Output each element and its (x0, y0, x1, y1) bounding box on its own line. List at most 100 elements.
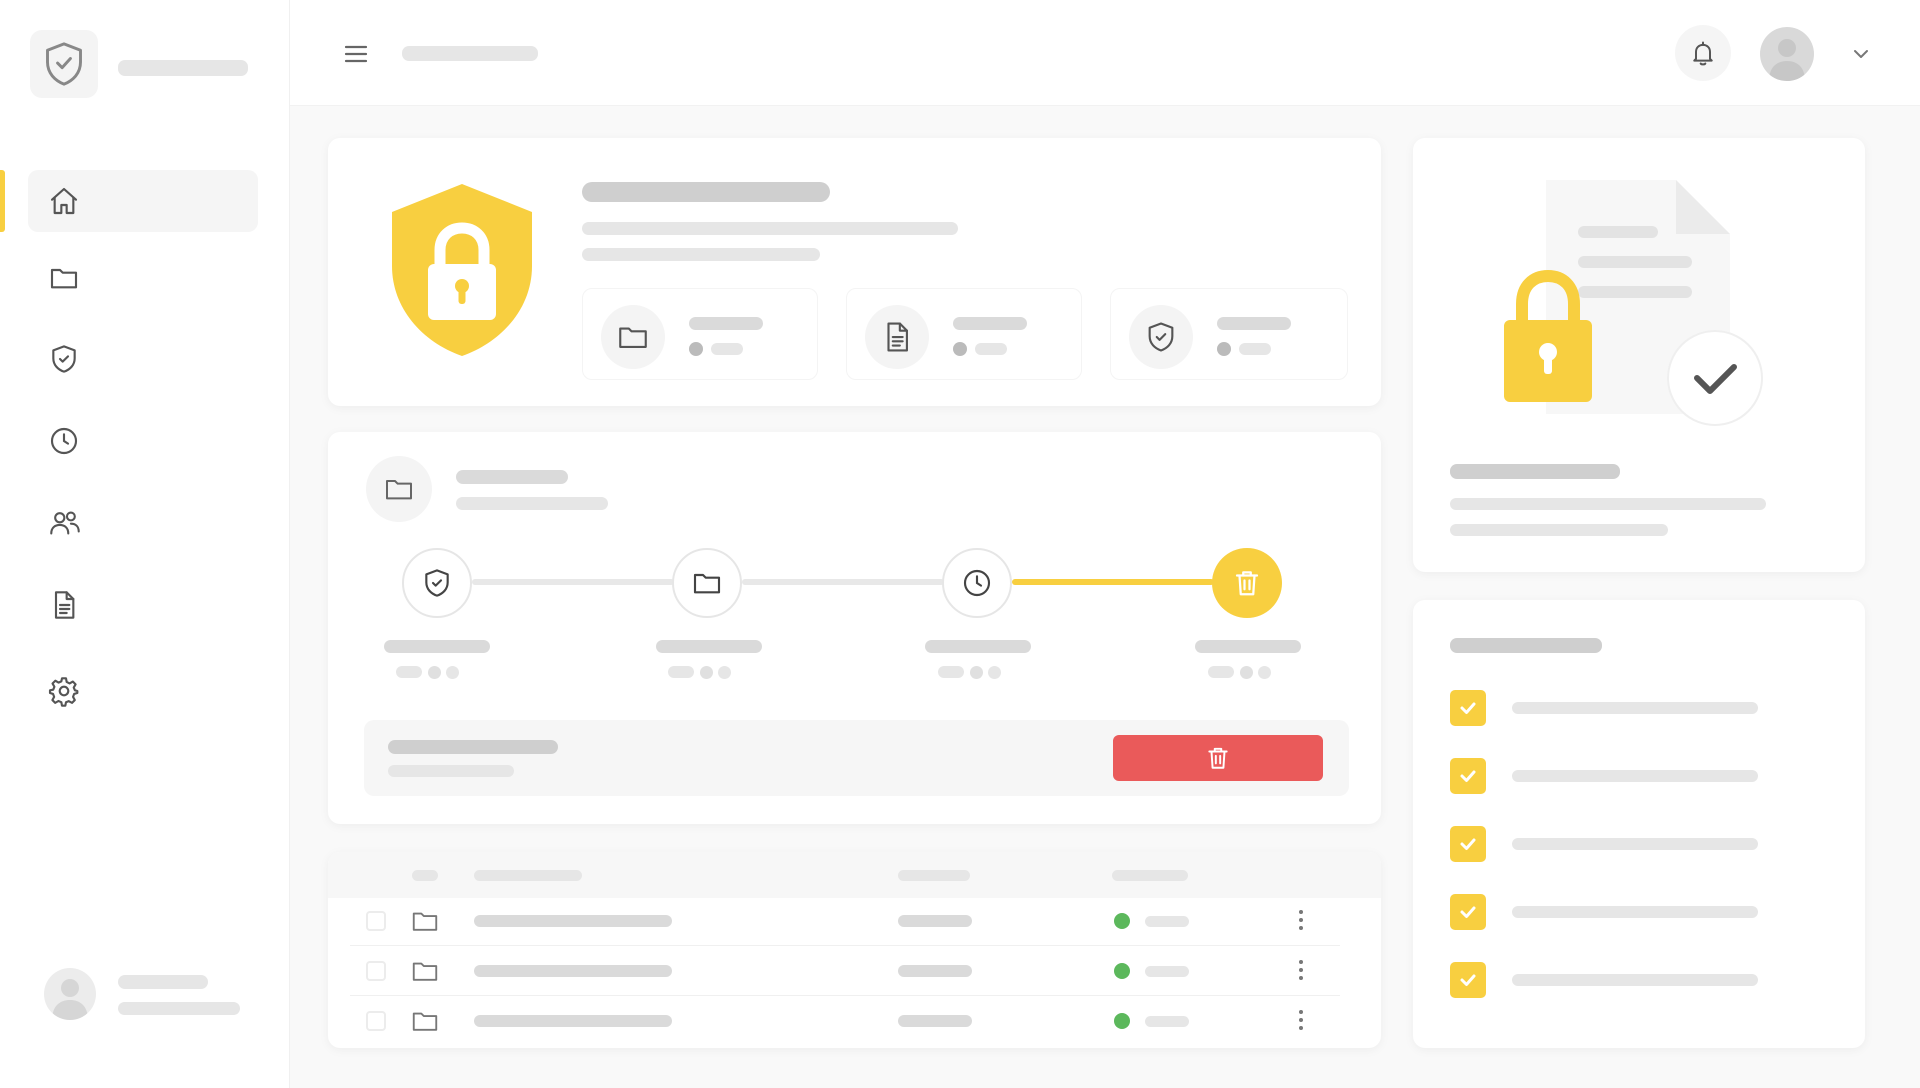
step-meta-placeholder (938, 666, 964, 678)
bell-icon (1693, 41, 1713, 66)
header-col-placeholder (474, 870, 582, 881)
header-col-placeholder (898, 870, 970, 881)
workflow-step-scan[interactable] (402, 548, 472, 618)
workflow-step-folder[interactable] (672, 548, 742, 618)
shield-check-icon (46, 42, 82, 86)
notifications-button[interactable] (1675, 25, 1731, 81)
app-logo[interactable] (30, 30, 98, 98)
step-meta-placeholder (668, 666, 694, 678)
users-icon (50, 511, 80, 535)
workflow-step-schedule[interactable] (942, 548, 1012, 618)
profile-dropdown-button[interactable] (1850, 44, 1872, 64)
row-status-placeholder (1145, 1016, 1189, 1027)
header-col-placeholder (1112, 870, 1188, 881)
clock-icon (963, 569, 991, 597)
checklist-checkbox[interactable] (1450, 894, 1486, 930)
sidebar-item-security[interactable] (28, 328, 258, 390)
user-avatar[interactable] (44, 968, 96, 1020)
status-dot (1114, 913, 1130, 929)
gear-icon (48, 677, 79, 707)
step-label-placeholder (925, 640, 1031, 653)
profile-avatar[interactable] (1760, 27, 1814, 81)
check-icon (1460, 974, 1476, 986)
check-icon (1460, 838, 1476, 850)
card-subtitle-placeholder (582, 222, 958, 235)
step-meta-dot (718, 666, 731, 679)
stat-dot (689, 342, 703, 356)
step-meta-placeholder (396, 666, 422, 678)
checklist-checkbox[interactable] (1450, 962, 1486, 998)
checklist-title-placeholder (1450, 638, 1602, 653)
header-col-placeholder (412, 870, 438, 881)
page-title-placeholder (402, 46, 538, 61)
user-silhouette-icon (52, 979, 88, 1020)
stat-dot (953, 342, 967, 356)
sidebar-item-folders[interactable] (28, 247, 258, 309)
row-size-placeholder (898, 965, 972, 977)
row-menu-button[interactable] (1299, 1010, 1303, 1034)
row-checkbox[interactable] (366, 1011, 386, 1031)
chevron-down-icon (1854, 50, 1868, 58)
row-name-placeholder (474, 915, 672, 927)
action-title-placeholder (388, 740, 558, 754)
step-meta-placeholder (1208, 666, 1234, 678)
checklist-checkbox[interactable] (1450, 758, 1486, 794)
stat-tile[interactable] (1110, 288, 1348, 380)
menu-toggle-button[interactable] (340, 40, 372, 68)
stat-icon-wrap (865, 305, 929, 369)
row-size-placeholder (898, 1015, 972, 1027)
home-icon (50, 187, 78, 215)
topbar (290, 0, 1920, 106)
trash-icon (1208, 747, 1228, 769)
sidebar-item-users[interactable] (28, 492, 258, 554)
stat-value-placeholder (975, 343, 1007, 355)
step-label-placeholder (1195, 640, 1301, 653)
clock-icon (50, 427, 78, 455)
row-menu-button[interactable] (1299, 910, 1303, 934)
stat-tile[interactable] (582, 288, 818, 380)
document-icon (54, 591, 75, 619)
sidebar-item-home[interactable] (28, 170, 258, 232)
check-icon (1460, 702, 1476, 714)
row-checkbox[interactable] (366, 911, 386, 931)
document-icon (887, 322, 908, 352)
step-meta-dot (446, 666, 459, 679)
folder-icon (693, 573, 721, 594)
stat-icon-wrap (1129, 305, 1193, 369)
stat-label-placeholder (953, 317, 1027, 330)
trash-icon (1235, 571, 1259, 596)
status-dot (1114, 963, 1130, 979)
card-title-placeholder (582, 182, 830, 202)
status-dot (1114, 1013, 1130, 1029)
sidebar (0, 0, 290, 1088)
row-size-placeholder (898, 915, 972, 927)
row-menu-button[interactable] (1299, 960, 1303, 984)
step-meta-dot (988, 666, 1001, 679)
document-lock-illustration (1504, 180, 1763, 426)
row-status-placeholder (1145, 916, 1189, 927)
checklist-checkbox[interactable] (1450, 826, 1486, 862)
sidebar-item-documents[interactable] (28, 574, 258, 636)
folder-icon (50, 268, 78, 289)
stat-tile[interactable] (846, 288, 1082, 380)
checklist-checkbox[interactable] (1450, 690, 1486, 726)
sidebar-item-history[interactable] (28, 410, 258, 472)
stat-label-placeholder (1217, 317, 1291, 330)
step-meta-dot (1258, 666, 1271, 679)
hamburger-icon (344, 45, 368, 63)
row-name-placeholder (474, 965, 672, 977)
sidebar-item-settings[interactable] (28, 660, 258, 722)
folder-icon (412, 912, 438, 931)
illustration-title-placeholder (1450, 464, 1620, 479)
action-subtitle-placeholder (388, 765, 514, 777)
check-icon (1460, 770, 1476, 782)
delete-button[interactable] (1113, 735, 1323, 781)
workflow-header-icon (366, 456, 432, 522)
user-silhouette-icon (1769, 39, 1805, 81)
row-checkbox[interactable] (366, 961, 386, 981)
checklist-item-placeholder (1512, 838, 1758, 850)
stat-icon-wrap (601, 305, 665, 369)
active-nav-indicator (0, 170, 5, 232)
stat-value-placeholder (711, 343, 743, 355)
workflow-step-delete[interactable] (1212, 548, 1282, 618)
